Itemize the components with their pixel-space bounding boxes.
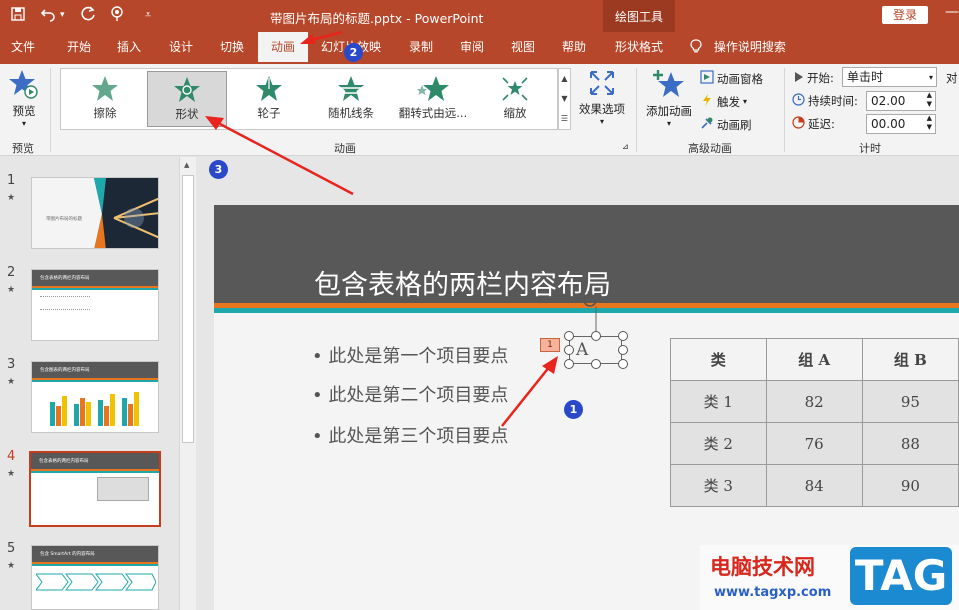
arrow-to-animation-tab <box>300 30 343 44</box>
annotation-overlay <box>205 30 558 427</box>
step-badge-2: 2 <box>344 43 363 62</box>
step-badge-1: 1 <box>564 400 583 419</box>
step-badge-3: 3 <box>209 160 228 179</box>
arrow-to-shape-effect <box>205 116 354 196</box>
arrow-to-shape <box>501 356 558 427</box>
